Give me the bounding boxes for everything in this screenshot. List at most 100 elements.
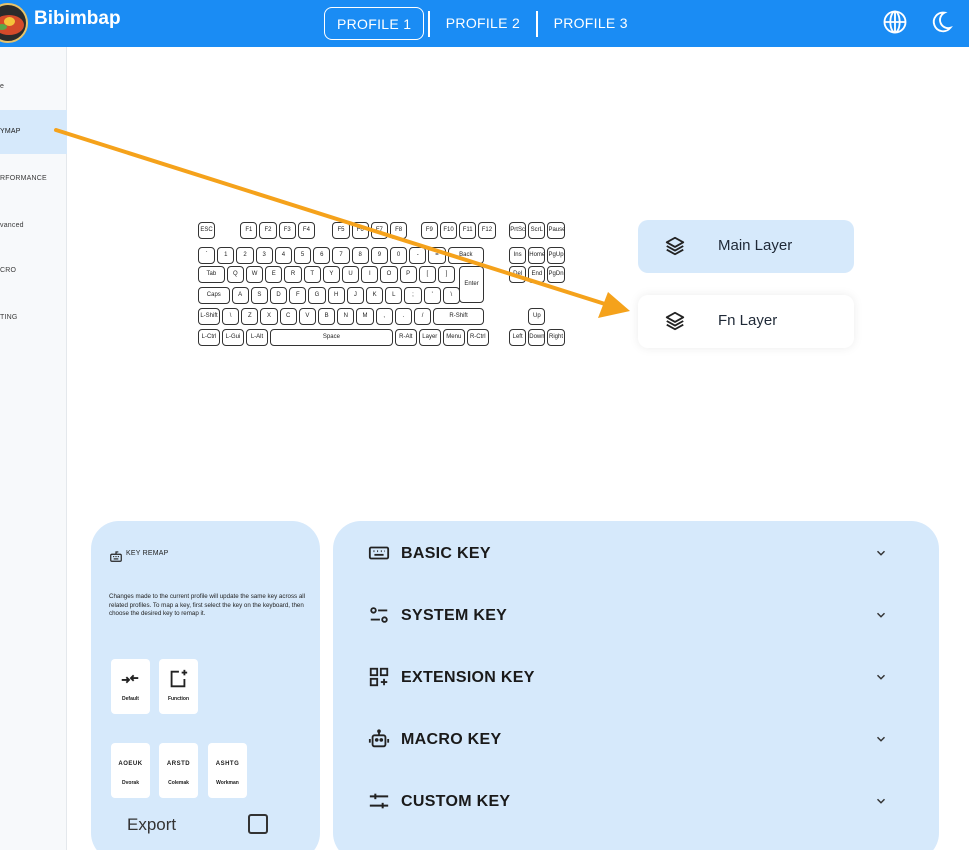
key-3[interactable]: 3: [255, 247, 273, 264]
chevron-down-icon[interactable]: [874, 794, 888, 808]
key-7[interactable]: 7: [332, 247, 350, 264]
key-r-ctrl[interactable]: R-Ctrl: [466, 329, 489, 346]
colemak-layout-tile[interactable]: ARSTD Colemak: [159, 743, 198, 798]
key-menu[interactable]: Menu: [442, 329, 465, 346]
key-[interactable]: \: [222, 308, 240, 325]
key-[interactable]: ]: [438, 266, 456, 283]
sidebar-item-performance[interactable]: RFORMANCE: [0, 157, 67, 201]
chevron-down-icon[interactable]: [874, 670, 888, 684]
category-extension-key[interactable]: EXTENSION KEY: [333, 657, 939, 697]
key-[interactable]: [: [418, 266, 436, 283]
category-system-key[interactable]: SYSTEM KEY: [333, 595, 939, 635]
sidebar-item-macro[interactable]: CRO: [0, 249, 67, 293]
export-checkbox[interactable]: [248, 814, 268, 834]
key-f1[interactable]: F1: [240, 222, 258, 239]
key-o[interactable]: O: [380, 266, 398, 283]
key-f12[interactable]: F12: [478, 222, 496, 239]
chevron-down-icon[interactable]: [874, 732, 888, 746]
key-2[interactable]: 2: [236, 247, 254, 264]
key-m[interactable]: M: [356, 308, 374, 325]
dvorak-layout-tile[interactable]: AOEUK Dvorak: [111, 743, 150, 798]
key-j[interactable]: J: [346, 287, 364, 304]
tab-profile-3[interactable]: PROFILE 3: [542, 7, 640, 40]
key-s[interactable]: S: [250, 287, 268, 304]
key-enter[interactable]: Enter: [459, 266, 484, 303]
category-custom-key[interactable]: CUSTOM KEY: [333, 781, 939, 821]
key-1[interactable]: 1: [217, 247, 235, 264]
sidebar-item-keymap[interactable]: YMAP: [0, 110, 67, 154]
key-[interactable]: -: [409, 247, 427, 264]
key-l-gui[interactable]: L-Gui: [222, 329, 244, 346]
key-l[interactable]: L: [385, 287, 403, 304]
key-back[interactable]: Back: [447, 247, 484, 264]
key-space[interactable]: Space: [270, 329, 393, 346]
function-layout-tile[interactable]: Function: [159, 659, 198, 714]
key-b[interactable]: B: [318, 308, 336, 325]
key-4[interactable]: 4: [274, 247, 292, 264]
key-f8[interactable]: F8: [390, 222, 408, 239]
category-macro-key[interactable]: MACRO KEY: [333, 719, 939, 759]
key-r-shift[interactable]: R-Shift: [433, 308, 484, 325]
key-left[interactable]: Left: [509, 329, 527, 346]
key-z[interactable]: Z: [241, 308, 259, 325]
sidebar-item-setting[interactable]: TING: [0, 296, 67, 340]
key-prtsc[interactable]: PrtSc: [509, 222, 527, 239]
key-x[interactable]: X: [260, 308, 278, 325]
chevron-down-icon[interactable]: [874, 608, 888, 622]
key-f6[interactable]: F6: [351, 222, 369, 239]
tab-profile-2[interactable]: PROFILE 2: [434, 7, 532, 40]
key-g[interactable]: G: [308, 287, 326, 304]
key-l-alt[interactable]: L-Alt: [246, 329, 268, 346]
key-right[interactable]: Right: [547, 329, 565, 346]
key-f4[interactable]: F4: [297, 222, 316, 239]
key-p[interactable]: P: [399, 266, 417, 283]
key-d[interactable]: D: [270, 287, 288, 304]
key-f2[interactable]: F2: [259, 222, 277, 239]
key-[interactable]: /: [414, 308, 432, 325]
key-[interactable]: `: [198, 247, 216, 264]
key-f10[interactable]: F10: [439, 222, 458, 239]
key-f3[interactable]: F3: [278, 222, 296, 239]
key-f7[interactable]: F7: [370, 222, 388, 239]
moon-icon[interactable]: [927, 8, 955, 36]
key-v[interactable]: V: [298, 308, 316, 325]
category-basic-key[interactable]: BASIC KEY: [333, 533, 939, 573]
key-e[interactable]: E: [265, 266, 283, 283]
key-pgup[interactable]: PgUp: [547, 247, 565, 264]
key-y[interactable]: Y: [322, 266, 340, 283]
default-layout-tile[interactable]: Default: [111, 659, 150, 714]
sidebar-item-advanced[interactable]: vanced: [0, 204, 67, 248]
key-t[interactable]: T: [303, 266, 321, 283]
key-pgdn[interactable]: PgDn: [547, 266, 565, 283]
tab-profile-1[interactable]: PROFILE 1: [324, 7, 425, 40]
key-0[interactable]: 0: [390, 247, 408, 264]
key-end[interactable]: End: [528, 266, 546, 283]
key-esc[interactable]: ESC: [198, 222, 216, 239]
key-5[interactable]: 5: [294, 247, 312, 264]
key-k[interactable]: K: [366, 287, 384, 304]
key-layer[interactable]: Layer: [418, 329, 441, 346]
key-[interactable]: ;: [404, 287, 422, 304]
key-ins[interactable]: Ins: [509, 247, 527, 264]
key-l-shift[interactable]: L-Shift: [198, 308, 220, 325]
key-scrl[interactable]: ScrL: [528, 222, 546, 239]
main-layer-button[interactable]: Main Layer: [638, 220, 854, 273]
key-l-ctrl[interactable]: L-Ctrl: [198, 329, 220, 346]
key-del[interactable]: Del: [509, 266, 527, 283]
key-f9[interactable]: F9: [420, 222, 438, 239]
fn-layer-button[interactable]: Fn Layer: [638, 295, 854, 348]
key-[interactable]: .: [394, 308, 412, 325]
chevron-down-icon[interactable]: [874, 546, 888, 560]
sidebar-item-home[interactable]: e: [0, 65, 67, 109]
key-a[interactable]: A: [231, 287, 249, 304]
key-f[interactable]: F: [289, 287, 307, 304]
key-pause[interactable]: Pause: [547, 222, 565, 239]
key-home[interactable]: Home: [528, 247, 546, 264]
key-tab[interactable]: Tab: [198, 266, 225, 283]
key-down[interactable]: Down: [528, 329, 546, 346]
key-i[interactable]: I: [361, 266, 379, 283]
key-h[interactable]: H: [327, 287, 345, 304]
key-f5[interactable]: F5: [332, 222, 350, 239]
key-9[interactable]: 9: [370, 247, 388, 264]
key-u[interactable]: U: [342, 266, 360, 283]
